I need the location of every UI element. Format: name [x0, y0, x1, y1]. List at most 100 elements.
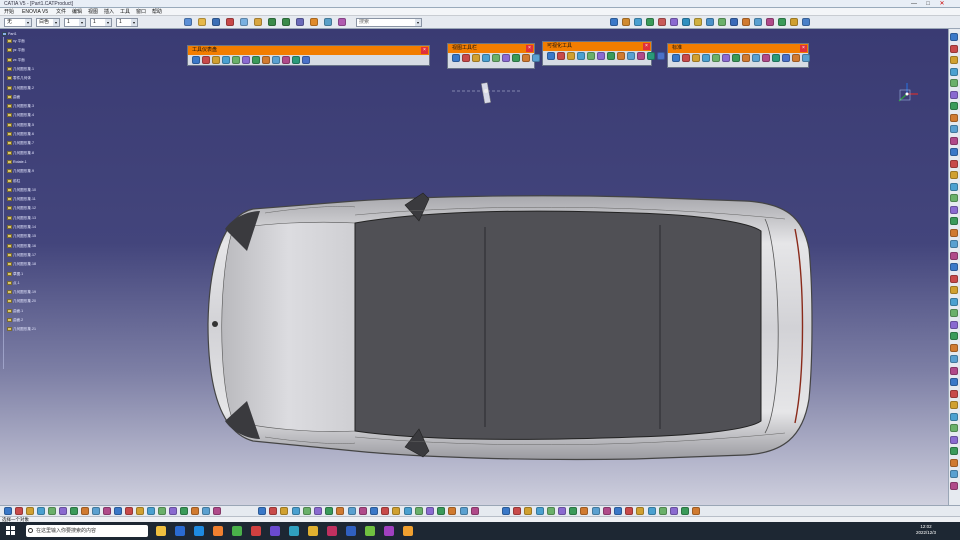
panel-tool-icon[interactable]: [292, 56, 300, 64]
panel-tool-icon[interactable]: [637, 52, 645, 60]
chamfer-icon[interactable]: [694, 18, 702, 26]
menu-file[interactable]: 文件: [56, 8, 66, 16]
bottom-tool-icon[interactable]: [670, 507, 678, 515]
panel-tool-icon[interactable]: [567, 52, 575, 60]
bottom-tool-icon[interactable]: [92, 507, 100, 515]
menu-view[interactable]: 视图: [88, 8, 98, 16]
menu-enovia[interactable]: ENOVIA V5: [22, 8, 48, 16]
side-tool-icon[interactable]: [950, 458, 958, 467]
bottom-tool-icon[interactable]: [336, 507, 345, 515]
tree-item[interactable]: 几何图形集.6: [7, 131, 34, 137]
panel-tool-icon[interactable]: [607, 52, 615, 60]
panel-tool-icon[interactable]: [742, 54, 750, 62]
bottom-tool-icon[interactable]: [681, 507, 690, 515]
bottom-tool-icon[interactable]: [524, 507, 533, 515]
panel-tool-icon[interactable]: [587, 52, 595, 60]
bottom-tool-icon[interactable]: [302, 507, 311, 515]
bottom-tool-icon[interactable]: [169, 507, 177, 515]
tree-item[interactable]: 几何图形集.14: [7, 224, 36, 230]
menu-tools[interactable]: 工具: [120, 8, 130, 16]
panel-tool-icon[interactable]: [492, 54, 500, 62]
bottom-tool-icon[interactable]: [15, 507, 23, 515]
side-tool-icon[interactable]: [950, 217, 958, 225]
side-tool-icon[interactable]: [950, 412, 958, 421]
panel-tool-icon[interactable]: [657, 52, 665, 60]
tree-item[interactable]: 零件几何体: [7, 75, 31, 81]
undo-icon[interactable]: [268, 18, 276, 26]
mirror-icon[interactable]: [730, 18, 738, 26]
panel-tool-icon[interactable]: [547, 52, 555, 60]
side-tool-icon[interactable]: [950, 90, 958, 99]
panel-tool-icon[interactable]: [222, 56, 230, 64]
bottom-tool-icon[interactable]: [426, 507, 434, 515]
bottom-tool-icon[interactable]: [136, 507, 144, 515]
bottom-tool-icon[interactable]: [280, 507, 289, 515]
panel-tool-icon[interactable]: [272, 56, 280, 64]
panel-tool-icon[interactable]: [772, 54, 780, 62]
side-tool-icon[interactable]: [950, 171, 958, 179]
side-tool-icon[interactable]: [950, 424, 958, 432]
tree-item[interactable]: 几何图形集.17: [7, 252, 36, 258]
bottom-tool-icon[interactable]: [625, 507, 634, 515]
view-icon[interactable]: [324, 18, 332, 26]
panel-tool-icon[interactable]: [647, 52, 655, 60]
tree-item[interactable]: xy 平面: [7, 38, 25, 44]
bottom-tool-icon[interactable]: [580, 507, 589, 515]
bottom-tool-icon[interactable]: [692, 507, 701, 515]
taskbar-app-icon[interactable]: [232, 526, 242, 536]
pocket-icon[interactable]: [634, 18, 642, 26]
bottom-tool-icon[interactable]: [370, 507, 378, 515]
panel-tool-icon[interactable]: [512, 54, 520, 62]
side-tool-icon[interactable]: [950, 378, 958, 386]
tree-item[interactable]: 几何图形集.5: [7, 122, 34, 128]
color-combo[interactable]: 白色 ▾: [36, 18, 60, 27]
tree-item[interactable]: 曲面.1: [7, 308, 23, 314]
taskbar-app-icon[interactable]: [251, 526, 261, 536]
bottom-tool-icon[interactable]: [48, 507, 56, 515]
tree-item[interactable]: 草图.1: [7, 271, 23, 277]
render-icon[interactable]: [338, 18, 346, 26]
panel-tool-icon[interactable]: [502, 54, 510, 62]
side-tool-icon[interactable]: [950, 332, 958, 340]
panel-tool-icon[interactable]: [252, 56, 260, 64]
search-input[interactable]: 搜索 ▾: [356, 18, 422, 27]
pad-icon[interactable]: [622, 18, 630, 26]
side-tool-icon[interactable]: [950, 205, 958, 214]
bottom-tool-icon[interactable]: [4, 507, 12, 515]
bottom-tool-icon[interactable]: [81, 507, 89, 515]
tree-item[interactable]: yz 平面: [7, 47, 25, 53]
scale-icon[interactable]: [754, 18, 762, 26]
bottom-tool-icon[interactable]: [535, 507, 544, 515]
panel-tool-icon[interactable]: [262, 56, 270, 64]
bottom-tool-icon[interactable]: [191, 507, 199, 515]
panel-tool-icon[interactable]: [532, 54, 540, 62]
fillet-icon[interactable]: [682, 18, 690, 26]
side-tool-icon[interactable]: [950, 343, 958, 352]
bottom-tool-icon[interactable]: [636, 507, 645, 515]
bottom-tool-icon[interactable]: [470, 507, 479, 515]
panel-tool-icon[interactable]: [472, 54, 480, 62]
panel-tool-icon[interactable]: [682, 54, 690, 62]
side-tool-icon[interactable]: [950, 182, 958, 191]
panel-tool-icon[interactable]: [752, 54, 760, 62]
side-tool-icon[interactable]: [950, 401, 958, 409]
tree-item[interactable]: 点.1: [7, 280, 20, 286]
panel-tool-icon[interactable]: [522, 54, 530, 62]
bottom-tool-icon[interactable]: [103, 507, 111, 515]
bottom-tool-icon[interactable]: [213, 507, 221, 515]
close-icon[interactable]: ×: [421, 47, 428, 54]
tree-item[interactable]: 几何图形集.12: [7, 205, 36, 211]
taskbar-app-icon[interactable]: [403, 526, 413, 536]
panel-tool-icon[interactable]: [762, 54, 770, 62]
close-icon[interactable]: ×: [800, 45, 807, 52]
menu-start[interactable]: 开始: [4, 8, 14, 16]
panel-tool-icon[interactable]: [462, 54, 470, 62]
bottom-tool-icon[interactable]: [647, 507, 656, 515]
minimize-button[interactable]: —: [908, 0, 920, 8]
bottom-tool-icon[interactable]: [558, 507, 566, 515]
taskbar-app-icon[interactable]: [194, 526, 204, 536]
side-tool-icon[interactable]: [950, 33, 958, 41]
tree-item[interactable]: 几何图形集.3: [7, 103, 34, 109]
groove-icon[interactable]: [658, 18, 666, 26]
bottom-tool-icon[interactable]: [614, 507, 622, 515]
